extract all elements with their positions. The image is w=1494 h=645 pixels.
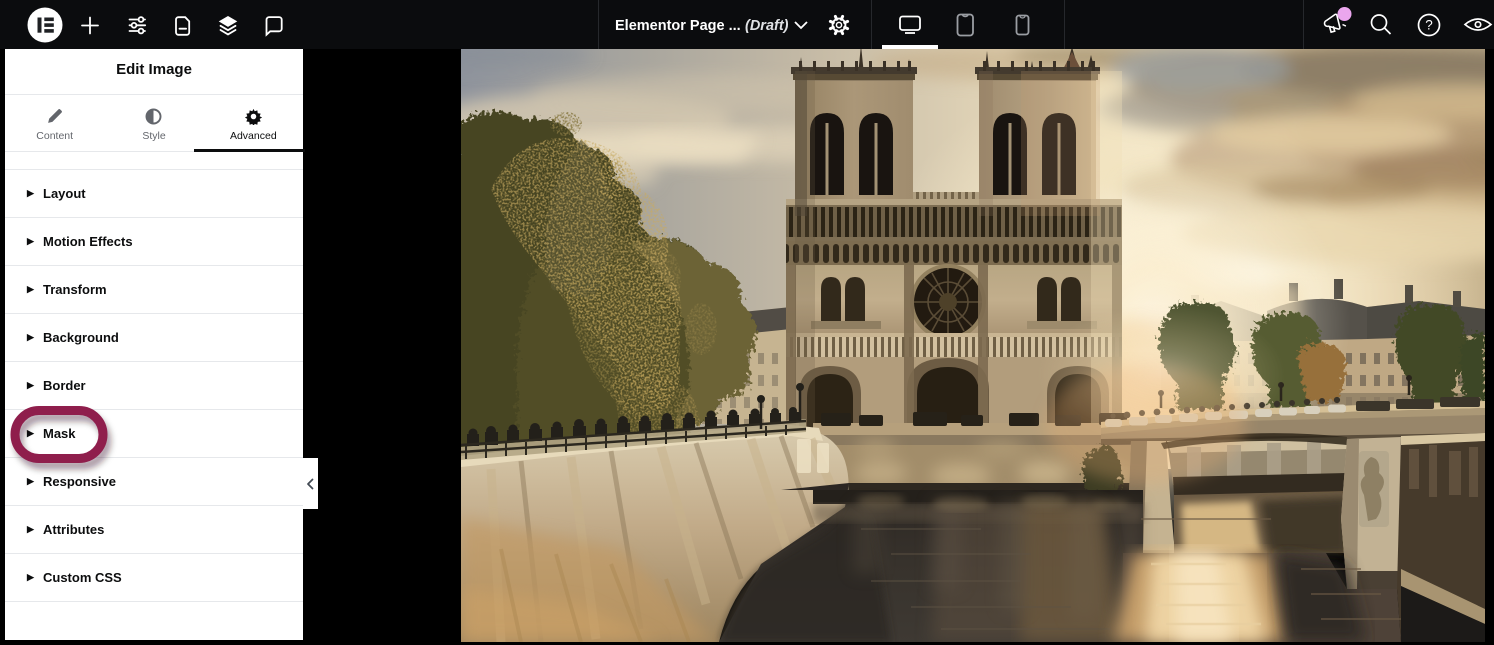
svg-text:?: ? [1425,18,1433,33]
svg-text:Elementor Page ...: Elementor Page ... [615,18,741,34]
svg-text:(Draft): (Draft) [745,18,789,34]
